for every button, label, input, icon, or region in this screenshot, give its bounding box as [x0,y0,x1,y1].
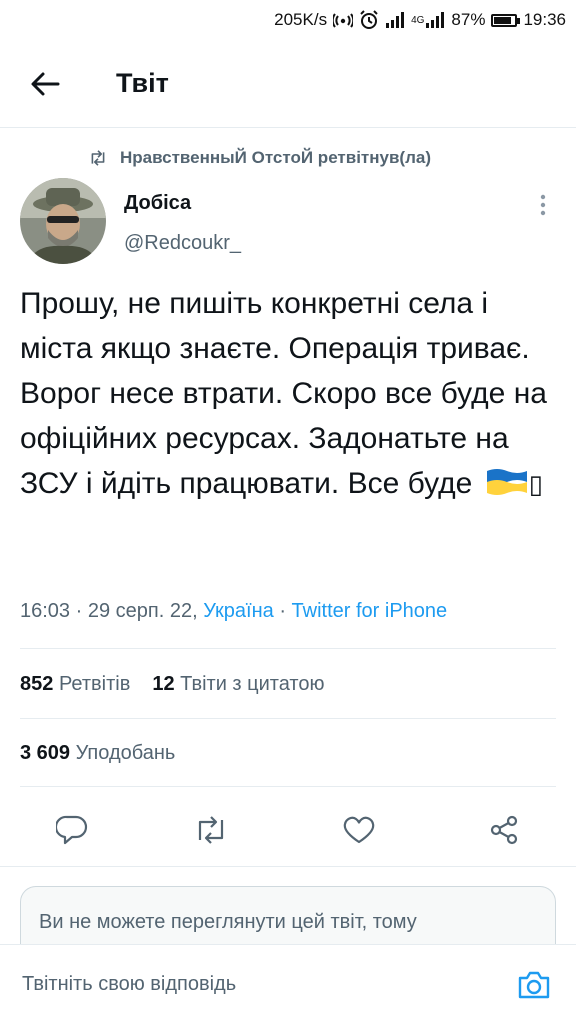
signal-4g-icon: 4G [411,12,445,28]
status-bar: 205K/s 4G 87% 19:36 [0,0,576,40]
missing-glyph: ▯ [528,469,543,499]
tweet-meta: 16:03 · 29 серп. 22, Україна · Twitter f… [20,600,447,623]
stats-row: 852 Ретвітів 12 Твіти з цитатою [20,673,324,696]
signal-icon [385,12,405,28]
likes-count: 3 609 [20,742,71,764]
more-options-button[interactable] [528,190,558,220]
more-vertical-icon [540,194,546,216]
retweet-button[interactable] [186,805,236,855]
retweet-context[interactable]: НравственныЙ ОтстоЙ ретвітнув(ла) [88,148,431,168]
clock: 19:36 [523,10,566,29]
tweet-time: 16:03 [20,600,71,622]
tweet-location-link[interactable]: Україна [203,600,274,622]
divider [20,648,556,649]
app-bar: Твіт [0,40,576,128]
camera-icon [518,971,550,998]
tweet-source-link[interactable]: Twitter for iPhone [292,600,448,622]
divider [20,718,556,719]
notice-text: Ви не можете переглянути цей твіт, тому [39,911,417,933]
likes-stat[interactable]: 3 609 Уподобань [20,742,175,765]
page-title: Твіт [116,68,169,98]
hotspot-icon [333,11,354,29]
arrow-left-icon [31,72,60,95]
heart-icon [343,816,375,844]
camera-button[interactable] [504,955,564,1015]
retweets-stat[interactable]: 852 Ретвітів [20,673,130,696]
retweet-icon [91,150,105,166]
battery-icon [491,13,521,27]
battery-percent: 87% [451,10,486,29]
ukraine-flag-icon [485,465,529,510]
separator: · [75,600,83,622]
quotes-count: 12 [152,673,175,695]
back-button[interactable] [0,40,90,128]
network-speed: 205K/s [274,10,328,29]
reply-bar [0,944,576,1024]
retweets-label: Ретвітів [58,673,131,695]
like-button[interactable] [334,805,384,855]
likes-label: Уподобань [75,742,176,764]
author-name[interactable]: Добіса [124,192,191,215]
retweet-icon [198,816,224,844]
share-icon [490,815,518,845]
avatar[interactable] [20,178,106,264]
reply-button[interactable] [47,805,97,855]
share-button[interactable] [479,805,529,855]
separator: · [279,600,286,622]
author-handle[interactable]: @Redcoukr_ [124,232,241,255]
retweets-count: 852 [20,673,54,695]
reply-icon [56,815,88,845]
tweet-text: Прошу, не пишіть конкретні села і міста … [20,281,560,510]
divider [20,786,556,787]
action-bar [0,805,576,855]
retweet-context-label: НравственныЙ ОтстоЙ ретвітнув(ла) [120,148,431,167]
divider [0,866,576,867]
quotes-label: Твіти з цитатою [180,673,325,695]
quotes-stat[interactable]: 12 Твіти з цитатою [152,673,324,696]
tweet-date: 29 серп. 22, [87,600,198,622]
tweet-body: Прошу, не пишіть конкретні села і міста … [20,287,547,500]
reply-input[interactable] [22,954,504,1015]
alarm-icon [359,10,379,30]
network-type: 4G [411,14,425,26]
